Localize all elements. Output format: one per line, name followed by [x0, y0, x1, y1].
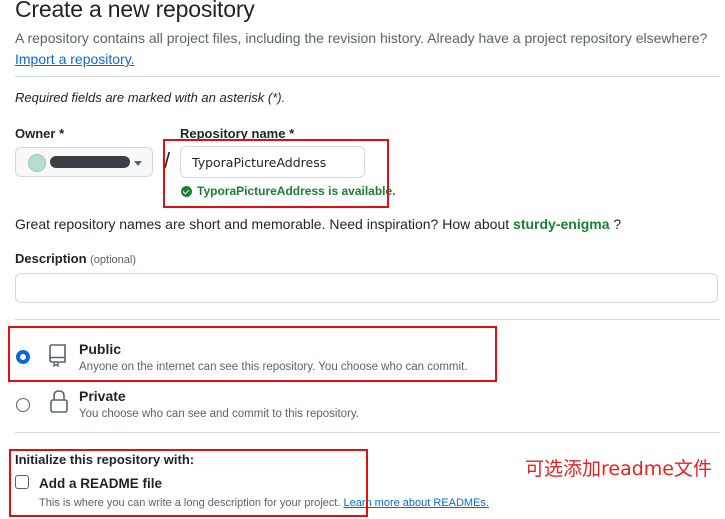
- owner-label: Owner *: [15, 126, 65, 141]
- optional-hint: (optional): [90, 254, 136, 266]
- lock-icon: [49, 389, 69, 420]
- page-title: Create a new repository: [15, 0, 255, 22]
- highlight-box-readme: [9, 449, 368, 517]
- chevron-down-icon: [134, 161, 142, 166]
- suggested-name-link[interactable]: sturdy-enigma: [513, 216, 609, 232]
- description-label-text: Description: [15, 251, 87, 266]
- highlight-box-repo-name: [163, 139, 389, 208]
- divider: [15, 432, 720, 433]
- avatar: [28, 154, 46, 172]
- private-description: You choose who can see and commit to thi…: [79, 408, 359, 420]
- intro-text: A repository contains all project files,…: [15, 30, 708, 46]
- private-radio[interactable]: [16, 398, 30, 412]
- highlight-box-public: [8, 326, 497, 382]
- divider: [15, 319, 720, 320]
- divider: [15, 76, 720, 77]
- owner-select[interactable]: [15, 147, 153, 177]
- owner-name-redacted: [50, 156, 130, 168]
- inspiration-text: Great repository names are short and mem…: [15, 216, 510, 232]
- description-input[interactable]: [15, 273, 718, 303]
- private-title: Private: [79, 388, 126, 404]
- description-label: Description (optional): [15, 251, 136, 266]
- required-fields-note: Required fields are marked with an aster…: [15, 90, 286, 105]
- inspiration-suffix: ?: [609, 216, 622, 232]
- annotation-text: 可选添加readme文件: [525, 458, 712, 480]
- name-inspiration: Great repository names are short and mem…: [15, 216, 621, 232]
- import-repository-link[interactable]: Import a repository.: [15, 51, 135, 67]
